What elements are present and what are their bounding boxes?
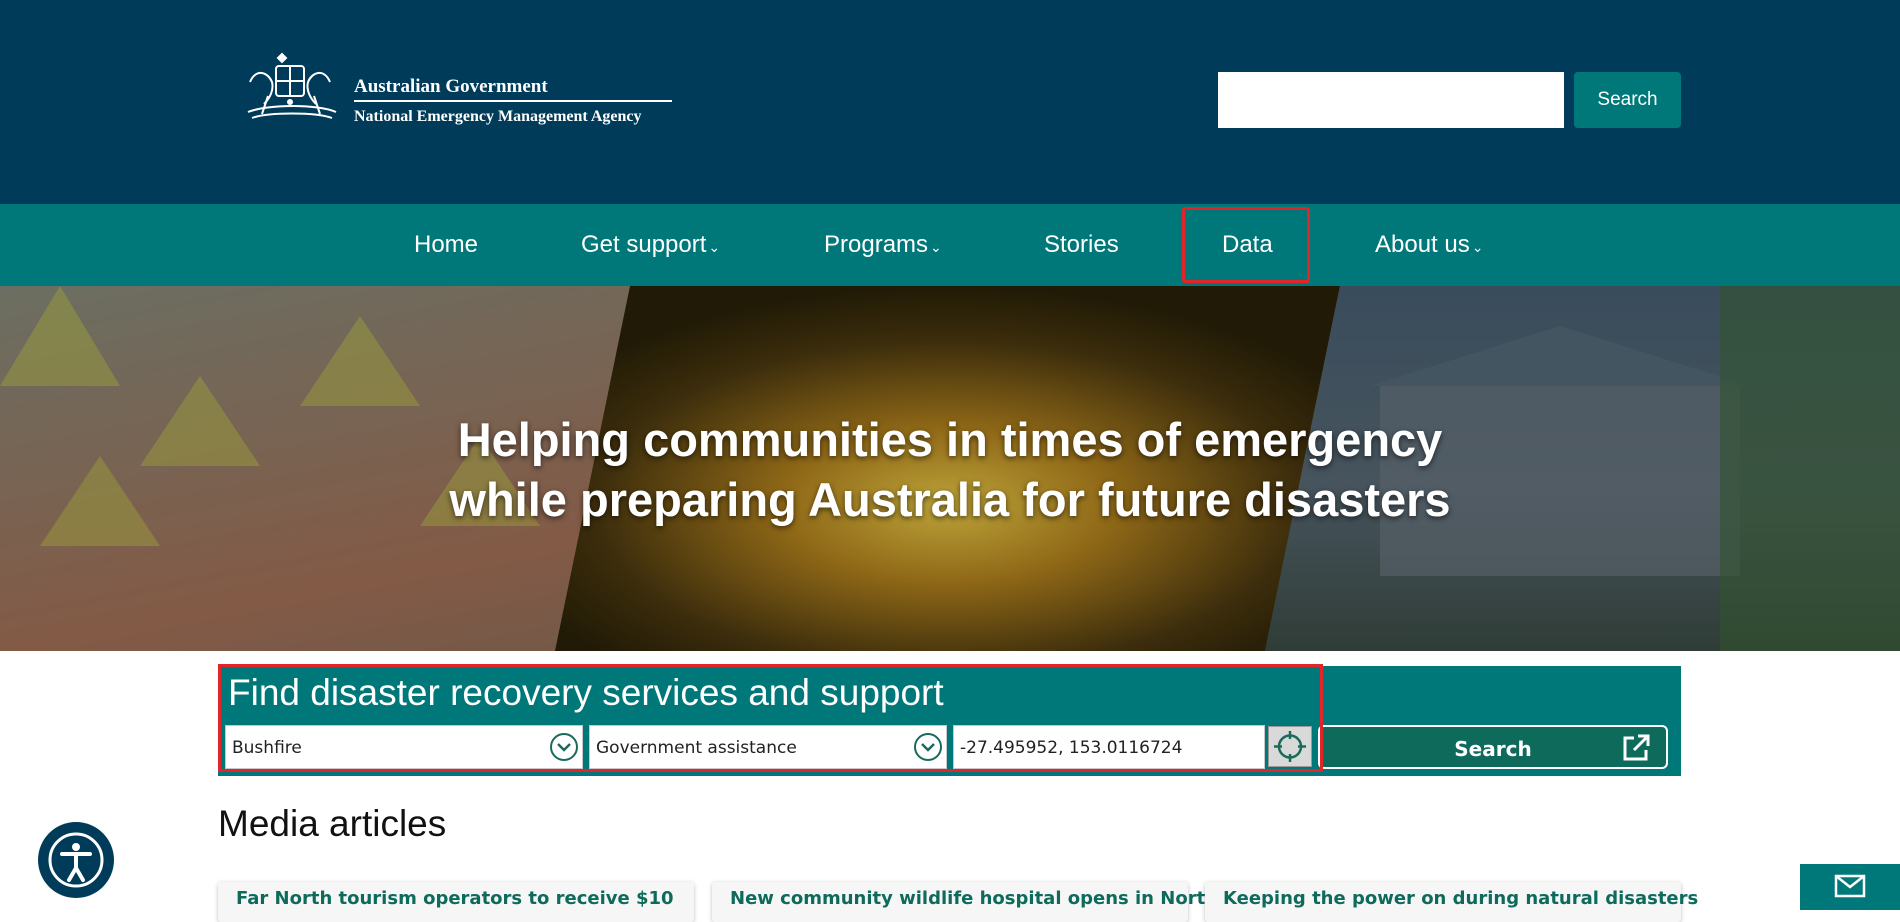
article-card[interactable]: Far North tourism operators to receive $… — [218, 882, 694, 922]
logo-divider — [354, 100, 672, 102]
nav-item-label: About us — [1375, 231, 1470, 258]
media-articles-heading: Media articles — [218, 803, 447, 844]
external-link-icon — [1623, 734, 1650, 761]
feedback-tab[interactable] — [1800, 864, 1900, 910]
site-search-button[interactable]: Search — [1574, 72, 1681, 128]
main-navigation: Home Get support ⌄ Programs ⌄ Stories Data… — [0, 204, 1900, 286]
finder-search-label: Search — [1454, 737, 1532, 761]
nav-item-get-support[interactable]: Get support ⌄ — [581, 204, 720, 286]
logo-government-text: Australian Government — [354, 76, 548, 97]
nav-item-label: Programs — [824, 231, 929, 258]
nav-item-programs[interactable]: Programs ⌄ — [824, 204, 942, 286]
logo-agency-text: National Emergency Management Agency — [354, 108, 642, 125]
government-logo[interactable]: Australian Government National Emergency… — [238, 52, 678, 132]
article-title[interactable]: New community wildlife hospital opens in… — [730, 888, 1218, 909]
hero-title-line-2: while preparing Australia for future dis… — [449, 473, 1451, 526]
article-title[interactable]: Far North tourism operators to receive $… — [236, 888, 674, 909]
mail-icon — [1834, 874, 1866, 898]
chevron-down-icon: ⌄ — [708, 239, 721, 255]
finder-highlight — [218, 664, 1323, 772]
article-card[interactable]: New community wildlife hospital opens in… — [712, 882, 1218, 922]
nav-item-home[interactable]: Home — [414, 204, 478, 286]
article-title[interactable]: Keeping the power on during natural disa… — [1223, 888, 1698, 909]
chevron-down-icon: ⌄ — [1471, 239, 1484, 255]
article-card[interactable]: Keeping the power on during natural disa… — [1205, 882, 1698, 922]
accessibility-button[interactable] — [38, 822, 114, 898]
nav-item-label: Stories — [1044, 231, 1119, 258]
nav-item-stories[interactable]: Stories — [1044, 204, 1119, 286]
site-header: Australian Government National Emergency… — [0, 0, 1900, 204]
chevron-down-icon: ⌄ — [930, 239, 942, 255]
hero-title-line-1: Helping communities in times of emergenc… — [457, 413, 1443, 466]
nav-item-label: Home — [414, 231, 479, 258]
hero-title: Helping communities in times of emergenc… — [0, 410, 1900, 530]
hero-banner: Helping communities in times of emergenc… — [0, 286, 1900, 651]
nav-item-label: Get support — [581, 231, 707, 258]
accessibility-icon — [48, 832, 104, 888]
finder-search-button[interactable]: Search — [1318, 725, 1668, 769]
nav-data-highlight — [1182, 207, 1310, 283]
site-search-input[interactable] — [1218, 72, 1564, 128]
coat-of-arms-icon — [247, 52, 337, 119]
nav-item-about-us[interactable]: About us ⌄ — [1375, 204, 1483, 286]
